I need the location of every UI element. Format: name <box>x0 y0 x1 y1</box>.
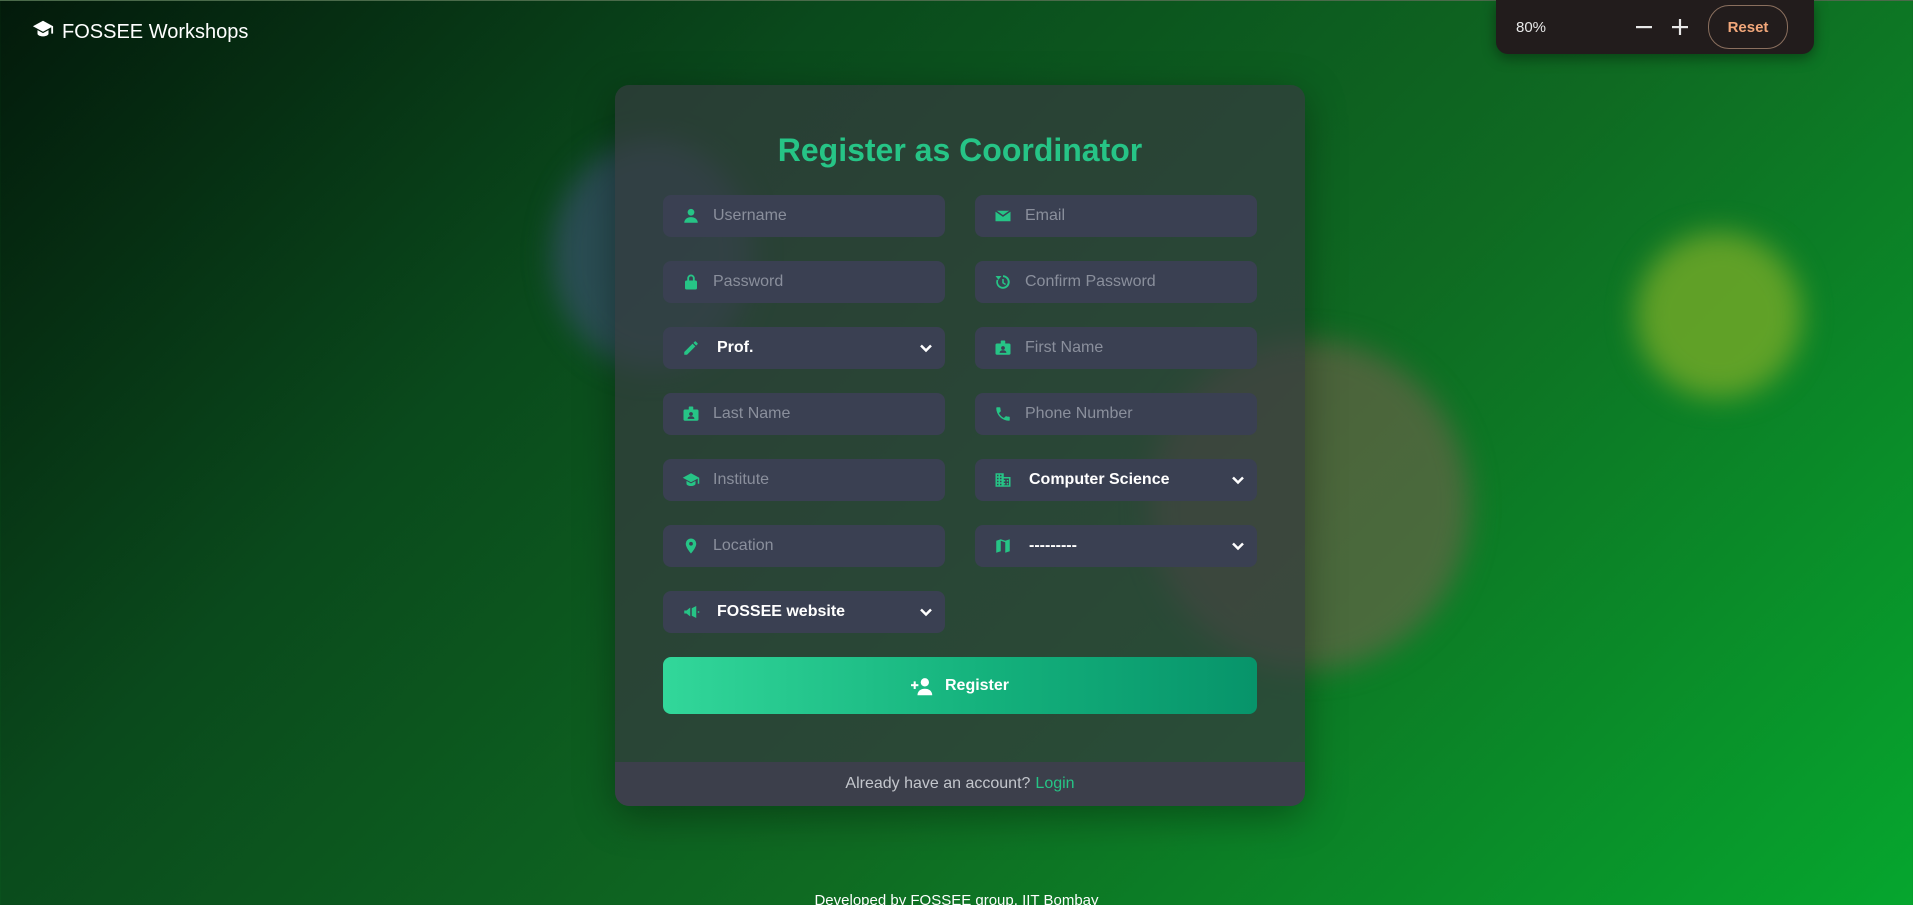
email-field[interactable]: Email <box>975 195 1257 237</box>
lock-icon <box>681 272 701 292</box>
login-prompt: Already have an account? <box>845 775 1031 792</box>
zoom-out-button[interactable] <box>1626 9 1662 45</box>
confirm-password-placeholder: Confirm Password <box>1025 273 1156 290</box>
title-select[interactable]: Prof. <box>663 327 945 369</box>
first-name-field[interactable]: First Name <box>975 327 1257 369</box>
institute-field[interactable]: Institute <box>663 459 945 501</box>
plus-icon <box>1672 19 1688 35</box>
source-select-value: FOSSEE website <box>717 603 846 620</box>
user-icon <box>681 206 701 226</box>
state-select[interactable]: --------- <box>975 525 1257 567</box>
email-placeholder: Email <box>1025 207 1066 224</box>
brand-link[interactable]: FOSSEE Workshops <box>32 18 248 46</box>
building-icon <box>993 470 1013 490</box>
chevron-down-icon <box>919 341 933 355</box>
last-name-field[interactable]: Last Name <box>663 393 945 435</box>
first-name-placeholder: First Name <box>1025 339 1104 356</box>
password-field[interactable]: Password <box>663 261 945 303</box>
graduation-cap-icon <box>681 470 701 490</box>
zoom-control: 80% Reset <box>1496 0 1814 54</box>
phone-placeholder: Phone Number <box>1025 405 1133 422</box>
login-link[interactable]: Login <box>1035 775 1074 793</box>
user-plus-icon <box>910 677 933 695</box>
decorative-blob-olive <box>1636 232 1802 398</box>
username-placeholder: Username <box>713 207 787 224</box>
state-select-value: --------- <box>1029 537 1077 554</box>
map-pin-icon <box>681 536 701 556</box>
confirm-password-field[interactable]: Confirm Password <box>975 261 1257 303</box>
chevron-down-icon <box>1231 473 1245 487</box>
minus-icon <box>1636 26 1652 29</box>
form-title: Register as Coordinator <box>777 132 1143 168</box>
phone-icon <box>993 404 1013 424</box>
pencil-icon <box>681 338 701 358</box>
title-select-value: Prof. <box>717 339 754 356</box>
envelope-icon <box>993 206 1013 226</box>
history-icon <box>993 272 1013 292</box>
graduation-cap-icon <box>32 18 54 46</box>
source-select[interactable]: FOSSEE website <box>663 591 945 633</box>
chevron-down-icon <box>919 605 933 619</box>
id-badge-icon <box>681 404 701 424</box>
zoom-level: 80% <box>1516 18 1547 36</box>
password-placeholder: Password <box>713 273 784 290</box>
location-placeholder: Location <box>713 537 774 554</box>
username-field[interactable]: Username <box>663 195 945 237</box>
id-badge-icon <box>993 338 1013 358</box>
chevron-down-icon <box>1231 539 1245 553</box>
phone-field[interactable]: Phone Number <box>975 393 1257 435</box>
page-footer: Developed by FOSSEE group, IIT Bombay <box>814 892 1099 905</box>
brand-name: FOSSEE Workshops <box>62 20 249 43</box>
zoom-reset-button[interactable]: Reset <box>1708 5 1788 49</box>
megaphone-icon <box>681 602 701 622</box>
card-footer: Already have an account? Login <box>615 762 1305 806</box>
register-label: Register <box>944 676 1010 694</box>
department-select-value: Computer Science <box>1029 471 1170 488</box>
register-card: Register as Coordinator Username Email P… <box>615 85 1305 806</box>
location-field[interactable]: Location <box>663 525 945 567</box>
department-select[interactable]: Computer Science <box>975 459 1257 501</box>
institute-placeholder: Institute <box>713 471 770 488</box>
map-icon <box>993 536 1013 556</box>
zoom-in-button[interactable] <box>1662 9 1698 45</box>
register-button[interactable]: Register <box>663 657 1257 714</box>
last-name-placeholder: Last Name <box>713 405 791 422</box>
